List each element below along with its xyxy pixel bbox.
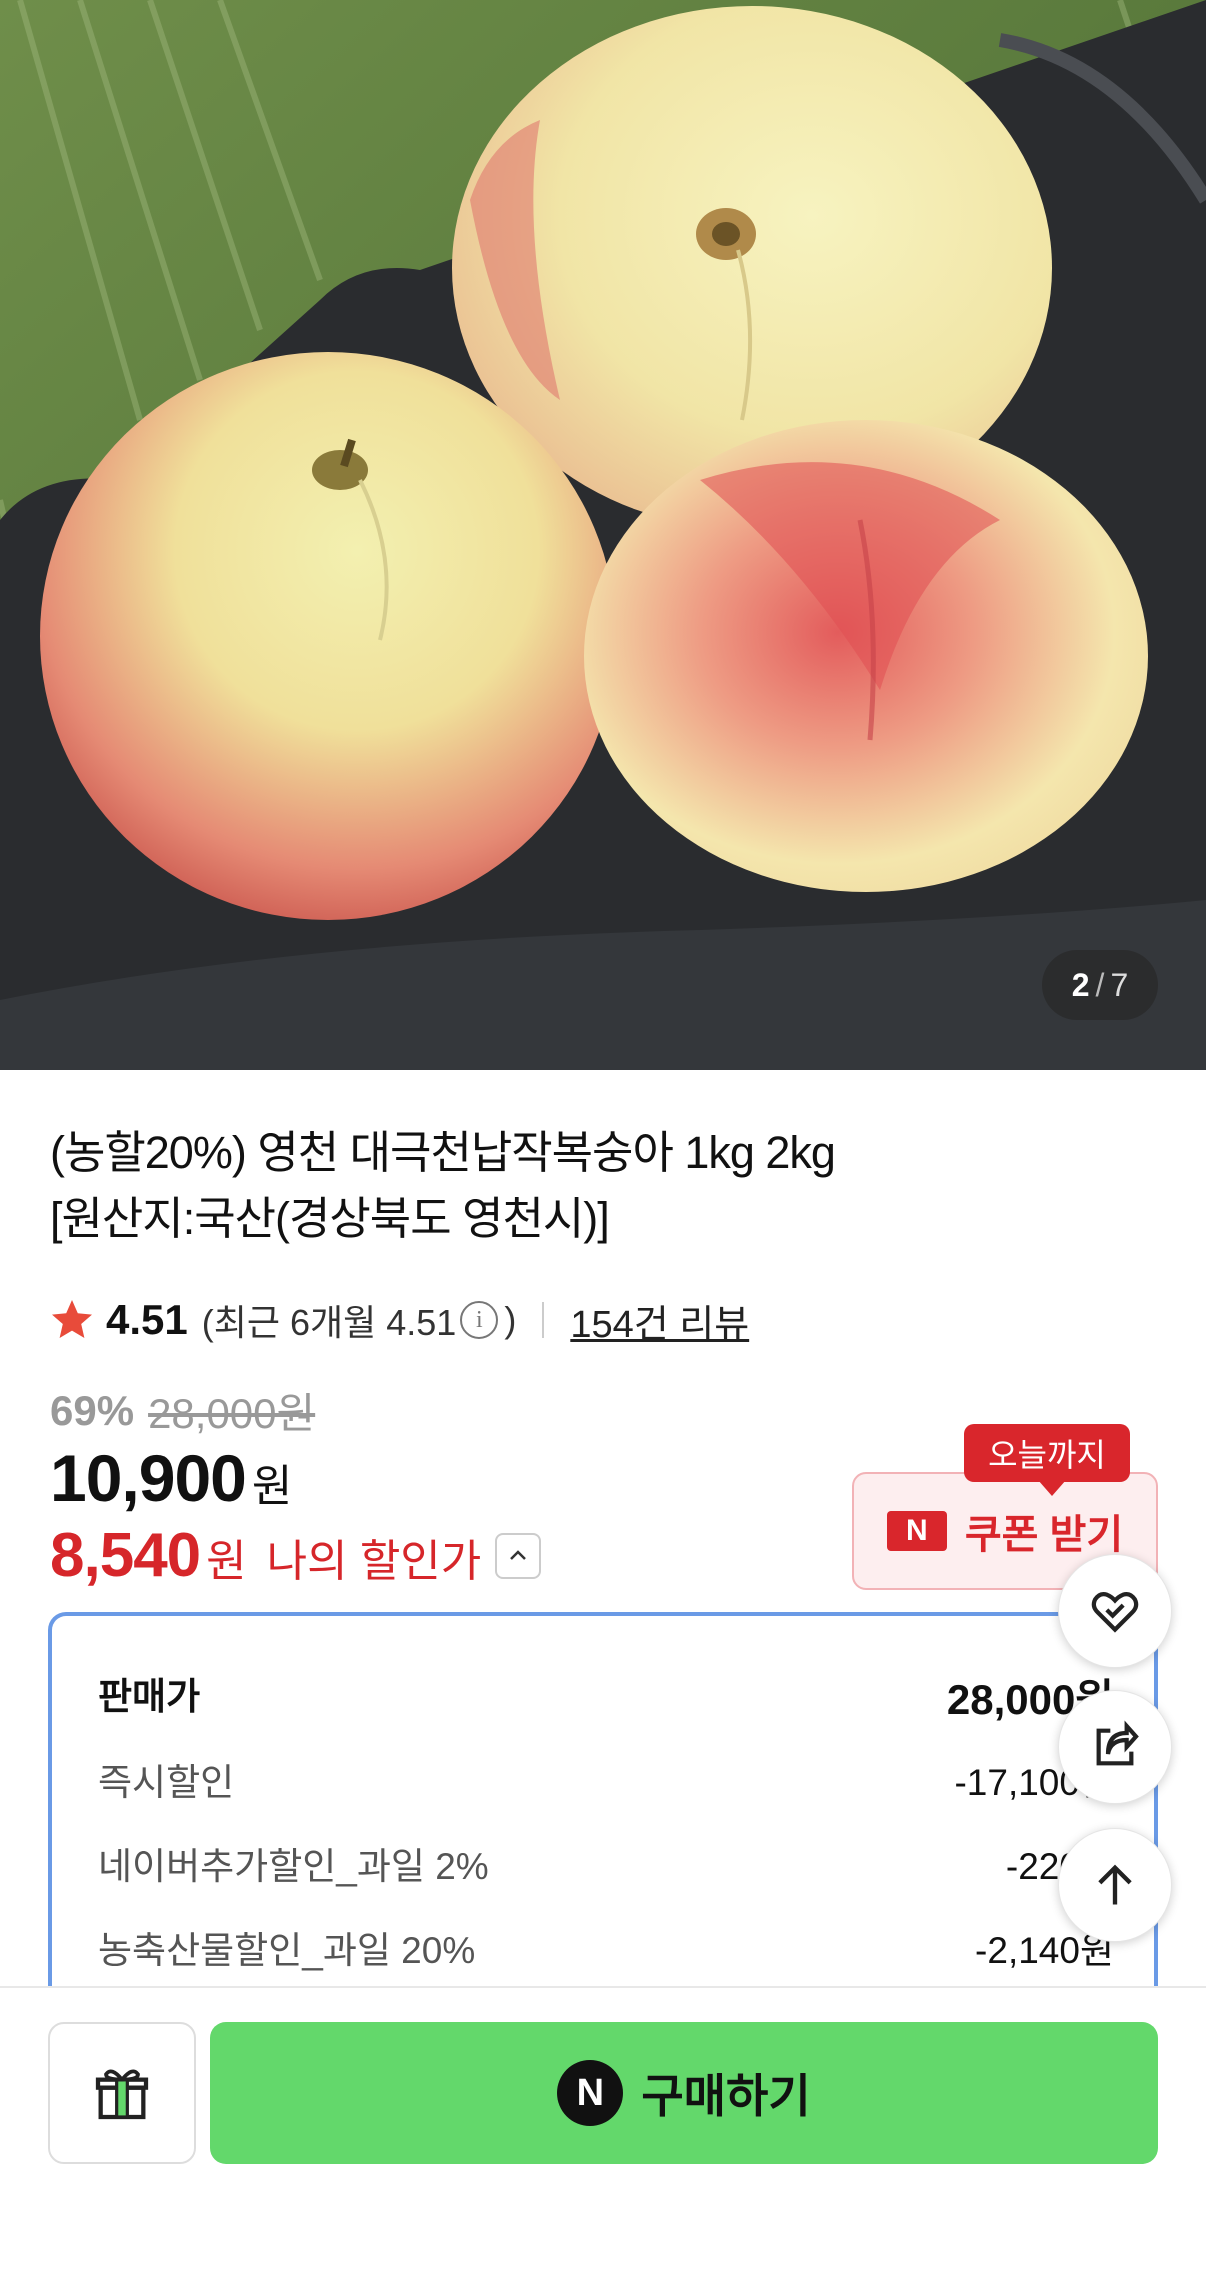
breakdown-label: 판매가 <box>98 1676 201 1717</box>
rating-divider <box>542 1302 545 1338</box>
product-title: (농할20%) 영천 대극천납작복숭아 1kg 2kg [원산지:국산(경상북도… <box>50 1120 1070 1252</box>
sale-price-value: 10,900 <box>50 1441 247 1515</box>
star-icon <box>52 1300 92 1338</box>
breakdown-row: 즉시할인 -17,100원 <box>98 1752 1114 1806</box>
peach-photo <box>0 0 1206 1070</box>
my-discount-price: 8,540 원 나의 할인가 <box>50 1520 542 1591</box>
breakdown-label: 즉시할인 <box>98 1762 235 1803</box>
image-counter-current: 2 <box>1071 966 1090 1003</box>
coupon-deadline-badge: 오늘까지 <box>964 1424 1130 1496</box>
sale-price-unit: 원 <box>251 1462 293 1511</box>
breakdown-label: 농축산물할인_과일 20% <box>98 1930 476 1971</box>
image-counter: 2 / 7 <box>1042 950 1158 1020</box>
discount-row: 69% 28,000원 <box>50 1380 315 1441</box>
rating-recent: (최근 6개월 4.51 i ) <box>202 1294 517 1346</box>
product-title-line1: (농할20%) 영천 대극천납작복숭아 1kg 2kg <box>50 1127 836 1178</box>
share-button[interactable] <box>1058 1690 1172 1804</box>
product-image[interactable]: 2 / 7 <box>0 0 1206 1070</box>
gift-button[interactable] <box>48 2022 196 2164</box>
heart-check-icon <box>1091 1591 1139 1633</box>
breakdown-label: 네이버추가할인_과일 2% <box>98 1846 489 1887</box>
buy-button[interactable]: N 구매하기 <box>210 2022 1158 2164</box>
my-price-unit: 원 <box>206 1537 247 1586</box>
image-counter-separator: / <box>1095 966 1105 1003</box>
original-price: 28,000원 <box>148 1390 316 1437</box>
collapse-breakdown-button[interactable] <box>495 1532 542 1579</box>
sale-price: 10,900 원 <box>50 1440 292 1516</box>
naver-pay-logo-icon: N <box>557 2060 624 2126</box>
rating-recent-prefix: (최근 6개월 4.51 <box>201 1302 457 1343</box>
breakdown-row: 네이버추가할인_과일 2% -220원 <box>98 1836 1114 1890</box>
price-breakdown: 판매가 28,000원 즉시할인 -17,100원 네이버추가할인_과일 2% … <box>48 1612 1158 2032</box>
image-counter-total: 7 <box>1110 966 1129 1003</box>
arrow-up-icon <box>1098 1864 1132 1905</box>
rating-score: 4.51 <box>106 1296 188 1343</box>
breakdown-row: 농축산물할인_과일 20% -2,140원 <box>98 1920 1114 1974</box>
coupon-label: 쿠폰 받기 <box>964 1513 1124 1557</box>
like-button[interactable] <box>1058 1554 1172 1668</box>
rating-recent-suffix: ) <box>504 1299 517 1340</box>
buy-label: 구매하기 <box>641 2070 811 2122</box>
my-price-value: 8,540 <box>50 1521 201 1590</box>
info-icon[interactable]: i <box>460 1301 499 1339</box>
share-icon <box>1096 1720 1139 1766</box>
reviews-link[interactable]: 154건 리뷰 <box>570 1293 749 1348</box>
naver-logo-icon: N <box>886 1511 947 1551</box>
my-price-label: 나의 할인가 <box>266 1537 482 1586</box>
gift-icon <box>95 2069 149 2120</box>
breakdown-row: 판매가 28,000원 <box>98 1666 1114 1727</box>
scroll-top-button[interactable] <box>1058 1828 1172 1942</box>
rating-row: 4.51 (최근 6개월 4.51 i ) 154건 리뷰 <box>48 1290 749 1350</box>
chevron-up-icon <box>510 1549 527 1560</box>
product-title-line2: [원산지:국산(경상북도 영천시)] <box>50 1193 610 1244</box>
discount-percent: 69% <box>50 1386 135 1434</box>
bottom-action-bar: N 구매하기 <box>0 1986 1206 2294</box>
